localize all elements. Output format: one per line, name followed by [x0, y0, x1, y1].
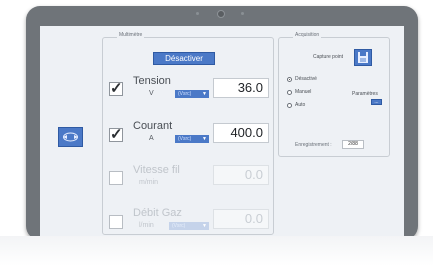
mode-desactive-radio[interactable] — [287, 77, 292, 82]
debit-gaz-unit: l/min — [139, 222, 154, 229]
capture-button[interactable] — [354, 49, 372, 66]
multimetre-group: Multimètre Désactiver ✓ Tension V (Vsrc)… — [102, 32, 274, 235]
mode-manuel-label: Manuel — [295, 89, 312, 95]
tension-dropdown-value: (Vsrc) — [178, 91, 192, 97]
mode-desactive-label: Désactivé — [295, 76, 317, 82]
courant-checkbox[interactable]: ✓ — [109, 127, 123, 142]
acquisition-group: Acquisition Capture point Désactivé Manu… — [278, 32, 390, 157]
parametres-label: Paramètres — [352, 91, 378, 97]
tablet-frame: Multimètre Désactiver ✓ Tension V (Vsrc)… — [26, 6, 418, 240]
record-value-field[interactable]: 2/88 — [342, 140, 364, 149]
multimetre-title: Multimètre — [117, 32, 145, 38]
debit-gaz-label: Débit Gaz — [133, 207, 182, 219]
deactivate-button[interactable]: Désactiver — [153, 52, 215, 65]
vitesse-fil-value: 0.0 — [213, 165, 269, 185]
debit-gaz-value: 0.0 — [213, 209, 269, 229]
debit-gaz-checkbox[interactable] — [109, 215, 123, 229]
parametres-button[interactable]: ... — [371, 99, 382, 105]
camera — [217, 10, 225, 18]
sensor-dot — [196, 12, 199, 15]
sync-button[interactable] — [58, 127, 83, 147]
courant-dropdown-value: (Vsrc) — [178, 136, 192, 142]
capture-label: Capture point — [313, 54, 344, 60]
record-label: Enregistrement : — [295, 142, 332, 148]
device-base — [0, 236, 433, 266]
sync-icon — [63, 132, 78, 142]
courant-label: Courant — [133, 120, 173, 132]
chevron-down-icon: ▼ — [202, 91, 207, 97]
tension-checkbox[interactable]: ✓ — [109, 81, 123, 96]
screen: Multimètre Désactiver ✓ Tension V (Vsrc)… — [40, 26, 404, 238]
mode-auto-label: Auto — [295, 102, 306, 108]
chevron-down-icon: ▼ — [202, 136, 207, 142]
vitesse-fil-unit: m/min — [139, 179, 159, 186]
vitesse-fil-checkbox[interactable] — [109, 171, 123, 185]
floppy-disk-icon — [358, 52, 368, 63]
debit-gaz-unit-dropdown[interactable]: (Vsrc) ▼ — [169, 222, 209, 230]
acquisition-title: Acquisition — [293, 32, 322, 38]
debit-gaz-dropdown-value: (Vsrc) — [172, 223, 186, 229]
tension-label: Tension — [133, 75, 171, 87]
sensor-dot — [241, 12, 244, 15]
mode-manuel-radio[interactable] — [287, 90, 292, 95]
tension-unit-dropdown[interactable]: (Vsrc) ▼ — [175, 90, 209, 98]
tension-value: 36.0 — [213, 78, 269, 98]
courant-unit-dropdown[interactable]: (Vsrc) ▼ — [175, 135, 209, 143]
courant-unit: A — [149, 135, 154, 142]
tension-unit: V — [149, 90, 154, 97]
mode-auto-radio[interactable] — [287, 103, 292, 108]
courant-value: 400.0 — [213, 123, 269, 143]
vitesse-fil-label: Vitesse fil — [133, 164, 180, 176]
chevron-down-icon: ▼ — [202, 223, 207, 229]
